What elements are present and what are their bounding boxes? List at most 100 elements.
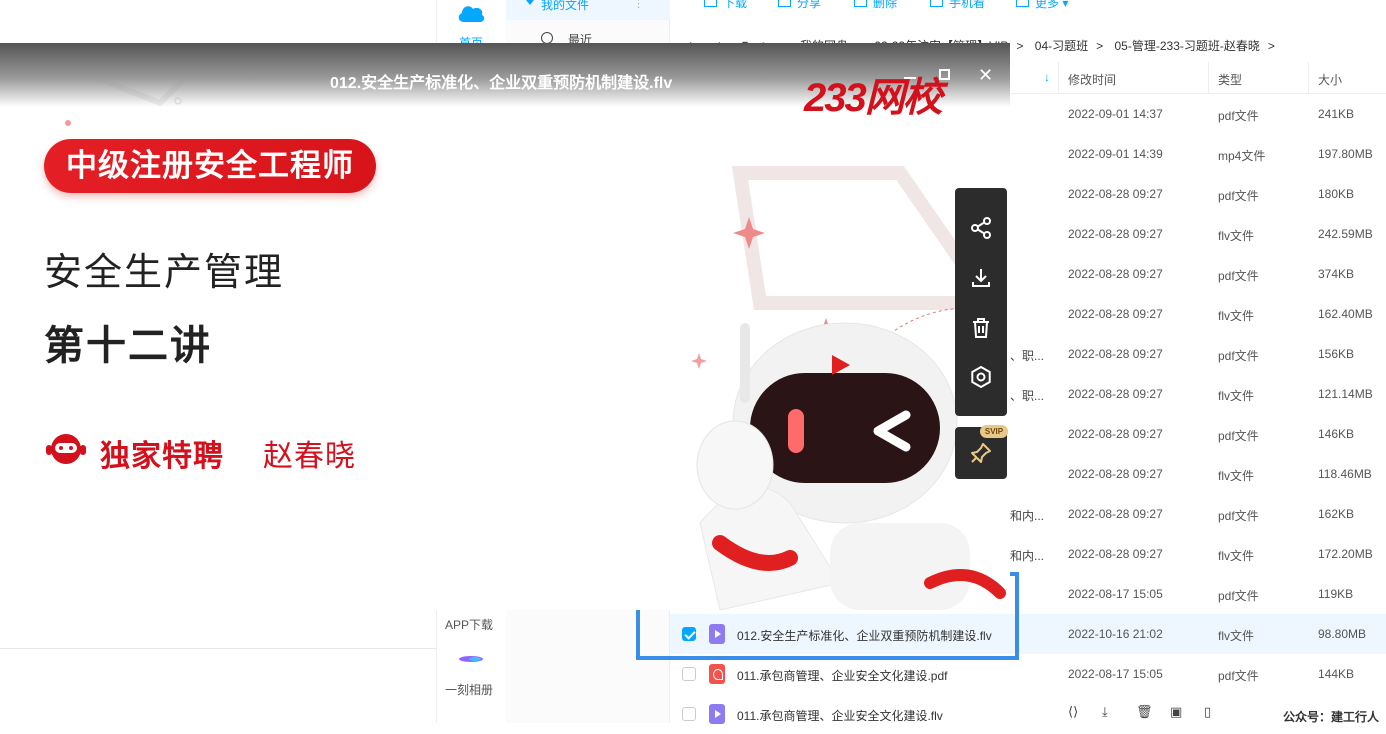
- file-size: 242.59MB: [1318, 227, 1373, 241]
- modified-date: 2022-09-01 14:39: [1068, 147, 1163, 161]
- share-button[interactable]: 分享: [778, 0, 821, 10]
- file-name[interactable]: 011.承包商管理、企业安全文化建设.pdf: [737, 667, 947, 684]
- file-type: pdf文件: [1218, 429, 1259, 443]
- file-type: pdf文件: [1218, 669, 1259, 683]
- lecture-title: 第十二讲: [44, 324, 212, 368]
- teacher-name: 赵春晓: [263, 440, 356, 473]
- phone-view-button[interactable]: 手机看: [930, 0, 985, 10]
- row-checkbox[interactable]: [682, 667, 696, 681]
- download-icon[interactable]: ⤓: [1102, 704, 1108, 720]
- file-name: 、职...: [1010, 389, 1045, 403]
- table-row[interactable]: 011.承包商管理、企业安全文化建设.flv: [670, 694, 1386, 734]
- column-type[interactable]: 类型: [1218, 71, 1242, 88]
- download-button[interactable]: 下载: [704, 0, 747, 10]
- file-type: flv文件: [1218, 549, 1255, 563]
- modified-date: 2022-08-28 09:27: [1068, 507, 1163, 521]
- table-row[interactable]: 、职... 2022-08-28 09:27 flv文件 121.14MB: [1010, 374, 1386, 414]
- row-checkbox[interactable]: [682, 707, 696, 721]
- file-size: 241KB: [1318, 107, 1355, 121]
- file-size: 172.20MB: [1318, 547, 1373, 561]
- phone-icon: [930, 0, 943, 7]
- table-row[interactable]: 011.承包商管理、企业安全文化建设.pdf 2022-08-17 15:05 pd…: [670, 654, 1386, 694]
- table-row[interactable]: 2022-08-28 09:27 flv文件 162.40MB: [1010, 294, 1386, 334]
- file-size: 156KB: [1318, 347, 1355, 361]
- more-button[interactable]: 更多 ▾: [1016, 0, 1068, 10]
- course-badge: 中级注册安全工程师: [44, 139, 376, 193]
- delete-icon[interactable]: [969, 316, 993, 340]
- cloud-logo-icon[interactable]: [456, 0, 486, 24]
- breadcrumb-separator: >: [1096, 39, 1104, 53]
- file-type: flv文件: [1218, 229, 1255, 243]
- file-name[interactable]: 011.承包商管理、企业安全文化建设.flv: [737, 707, 943, 724]
- file-size: 119KB: [1318, 587, 1354, 601]
- file-type: flv文件: [1218, 629, 1255, 643]
- modified-date: 2022-08-28 09:27: [1068, 187, 1163, 201]
- row-action-bar: ⟨⟩ ⤓ 🗑 ▣ ▯: [1060, 704, 1230, 723]
- table-row[interactable]: 2022-08-28 09:27 flv文件 118.46MB: [1010, 454, 1386, 494]
- file-name: 、职...: [1010, 349, 1045, 363]
- share-icon[interactable]: ⟨⟩: [1068, 704, 1078, 720]
- breadcrumb-item[interactable]: 05-管理-233-习题班-赵春晓: [1115, 39, 1260, 53]
- close-icon[interactable]: ✕: [978, 65, 993, 86]
- breadcrumb-separator: >: [1016, 39, 1024, 53]
- sort-arrow-icon[interactable]: ↓: [1044, 70, 1050, 84]
- column-header: ↓ 修改时间 类型 大小: [1010, 62, 1386, 94]
- share-icon: [778, 0, 791, 7]
- more-dots-icon[interactable]: ⋮: [633, 0, 644, 10]
- file-type: flv文件: [1218, 309, 1255, 323]
- table-row[interactable]: 2022-08-28 09:27 pdf文件 180KB: [1010, 174, 1386, 214]
- table-row[interactable]: 和内... 2022-08-28 09:27 pdf文件 162KB: [1010, 494, 1386, 534]
- more-icon: [1016, 0, 1029, 7]
- phone-icon[interactable]: ▯: [1204, 704, 1211, 720]
- file-type: mp4文件: [1218, 149, 1266, 163]
- moment-album-icon[interactable]: [457, 652, 485, 666]
- video-player[interactable]: 012.安全生产标准化、企业双重预防机制建设.flv 233网校 ✕ 中级注册安…: [0, 43, 1010, 610]
- svip-badge: SVIP: [980, 425, 1008, 438]
- modified-date: 2022-08-28 09:27: [1068, 307, 1163, 321]
- video-file-icon: [709, 704, 725, 724]
- table-row[interactable]: 、职... 2022-08-28 09:27 pdf文件 156KB: [1010, 334, 1386, 374]
- table-row[interactable]: 2022-08-28 09:27 pdf文件 374KB: [1010, 254, 1386, 294]
- caret-down-icon: [526, 0, 534, 5]
- table-row[interactable]: 2022-08-17 15:05 pdf文件 119KB: [1010, 574, 1386, 614]
- moment-album-label[interactable]: 一刻相册: [438, 681, 500, 698]
- column-modified[interactable]: 修改时间: [1068, 71, 1116, 88]
- brand-logo: 233网校: [804, 76, 943, 120]
- file-type: pdf文件: [1218, 269, 1259, 283]
- share-icon[interactable]: [969, 216, 993, 240]
- table-row[interactable]: 2022-09-01 14:39 mp4文件 197.80MB: [1010, 134, 1386, 174]
- delete-icon[interactable]: 🗑: [1136, 704, 1153, 720]
- table-row[interactable]: 2022-08-28 09:27 flv文件 242.59MB: [1010, 214, 1386, 254]
- modified-date: 2022-08-28 09:27: [1068, 427, 1163, 441]
- file-size: 121.14MB: [1318, 387, 1373, 401]
- file-size: 180KB: [1318, 187, 1355, 201]
- tree-item-label: 我的文件: [541, 0, 590, 12]
- tree-item-my-files[interactable]: 我的文件 ⋮: [506, 0, 670, 20]
- file-type: pdf文件: [1218, 509, 1259, 523]
- file-size: 98.80MB: [1318, 627, 1367, 641]
- settings-icon[interactable]: [969, 365, 993, 389]
- breadcrumb-item[interactable]: 04-习题班: [1035, 39, 1088, 53]
- minimize-icon[interactable]: [904, 77, 916, 79]
- mascot-head-icon: [46, 434, 86, 464]
- modified-date: 2022-08-28 09:27: [1068, 387, 1163, 401]
- file-size: 118.46MB: [1318, 467, 1372, 481]
- maximize-icon[interactable]: [939, 69, 950, 80]
- table-row[interactable]: 2022-09-01 14:37 pdf文件 241KB: [1010, 94, 1386, 134]
- chevron-down-icon: ▾: [1059, 0, 1069, 10]
- file-size: 197.80MB: [1318, 147, 1373, 161]
- subject-title: 安全生产管理: [44, 252, 285, 294]
- rename-icon[interactable]: ▣: [1170, 704, 1182, 720]
- table-row[interactable]: 2022-08-28 09:27 pdf文件 146KB: [1010, 414, 1386, 454]
- delete-button[interactable]: 删除: [854, 0, 897, 10]
- file-type: flv文件: [1218, 469, 1255, 483]
- file-name: 和内...: [1010, 549, 1045, 563]
- column-size[interactable]: 大小: [1318, 71, 1342, 88]
- modified-date: 2022-08-17 15:05: [1068, 667, 1163, 681]
- modified-date: 2022-10-16 21:02: [1068, 627, 1163, 641]
- download-icon[interactable]: [969, 266, 993, 290]
- side-toolbar: [955, 188, 1007, 416]
- modified-date: 2022-08-17 15:05: [1068, 587, 1163, 601]
- table-row[interactable]: 和内... 2022-08-28 09:27 flv文件 172.20MB: [1010, 534, 1386, 574]
- app-download-link[interactable]: APP下载: [438, 616, 500, 633]
